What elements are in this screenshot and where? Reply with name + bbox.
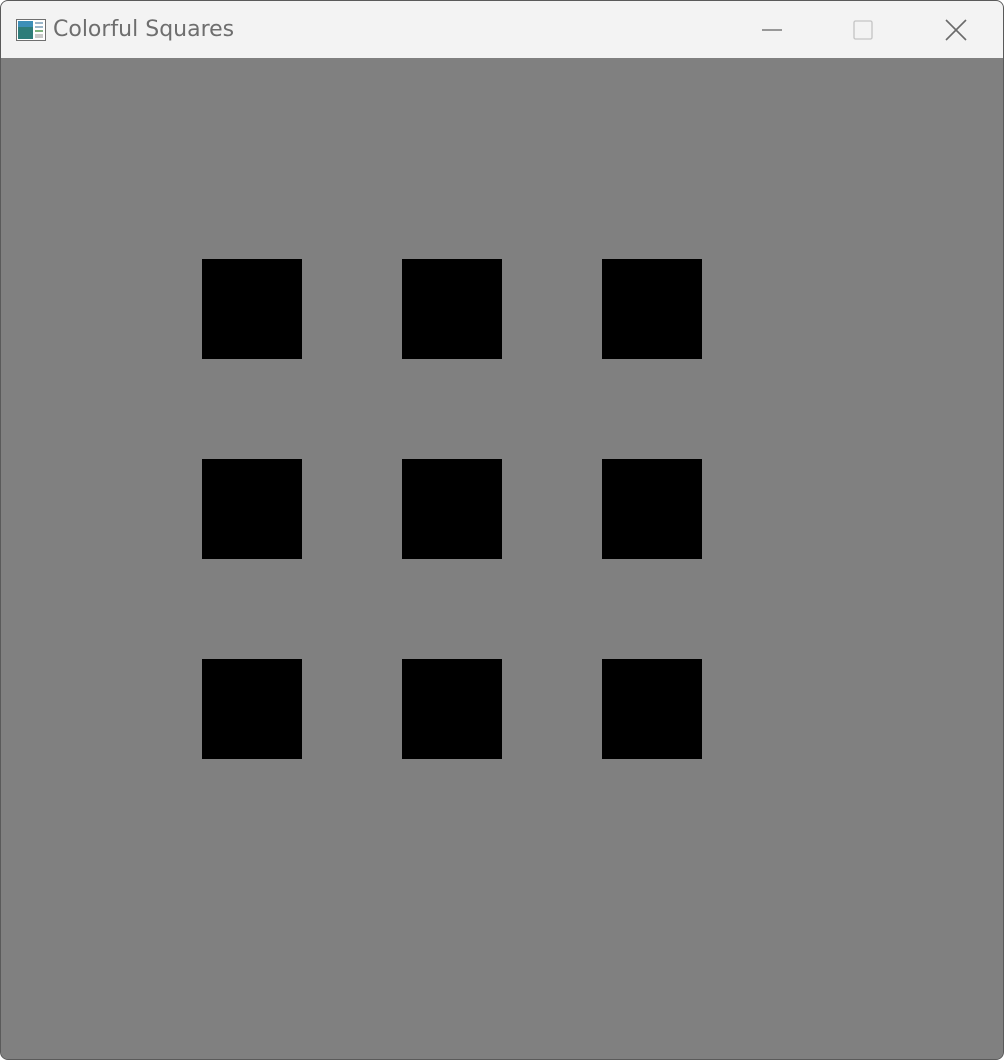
square-r2-c2 — [402, 459, 502, 559]
square-r3-c3 — [602, 659, 702, 759]
square-r2-c3 — [602, 459, 702, 559]
square-r2-c1 — [202, 459, 302, 559]
maximize-button[interactable] — [817, 1, 909, 58]
drawing-canvas[interactable] — [1, 58, 1003, 1059]
minimize-button[interactable] — [726, 1, 818, 58]
maximize-icon — [853, 19, 873, 40]
square-r1-c1 — [202, 259, 302, 359]
close-icon — [945, 18, 967, 41]
square-r1-c3 — [602, 259, 702, 359]
app-window-icon — [16, 19, 46, 41]
app-window: Colorful Squares — [0, 0, 1004, 1060]
square-r3-c2 — [402, 659, 502, 759]
title-bar[interactable]: Colorful Squares — [1, 1, 1003, 58]
square-r3-c1 — [202, 659, 302, 759]
minimize-icon — [762, 28, 782, 31]
square-r1-c2 — [402, 259, 502, 359]
window-title: Colorful Squares — [53, 17, 235, 42]
close-button[interactable] — [910, 1, 1002, 58]
